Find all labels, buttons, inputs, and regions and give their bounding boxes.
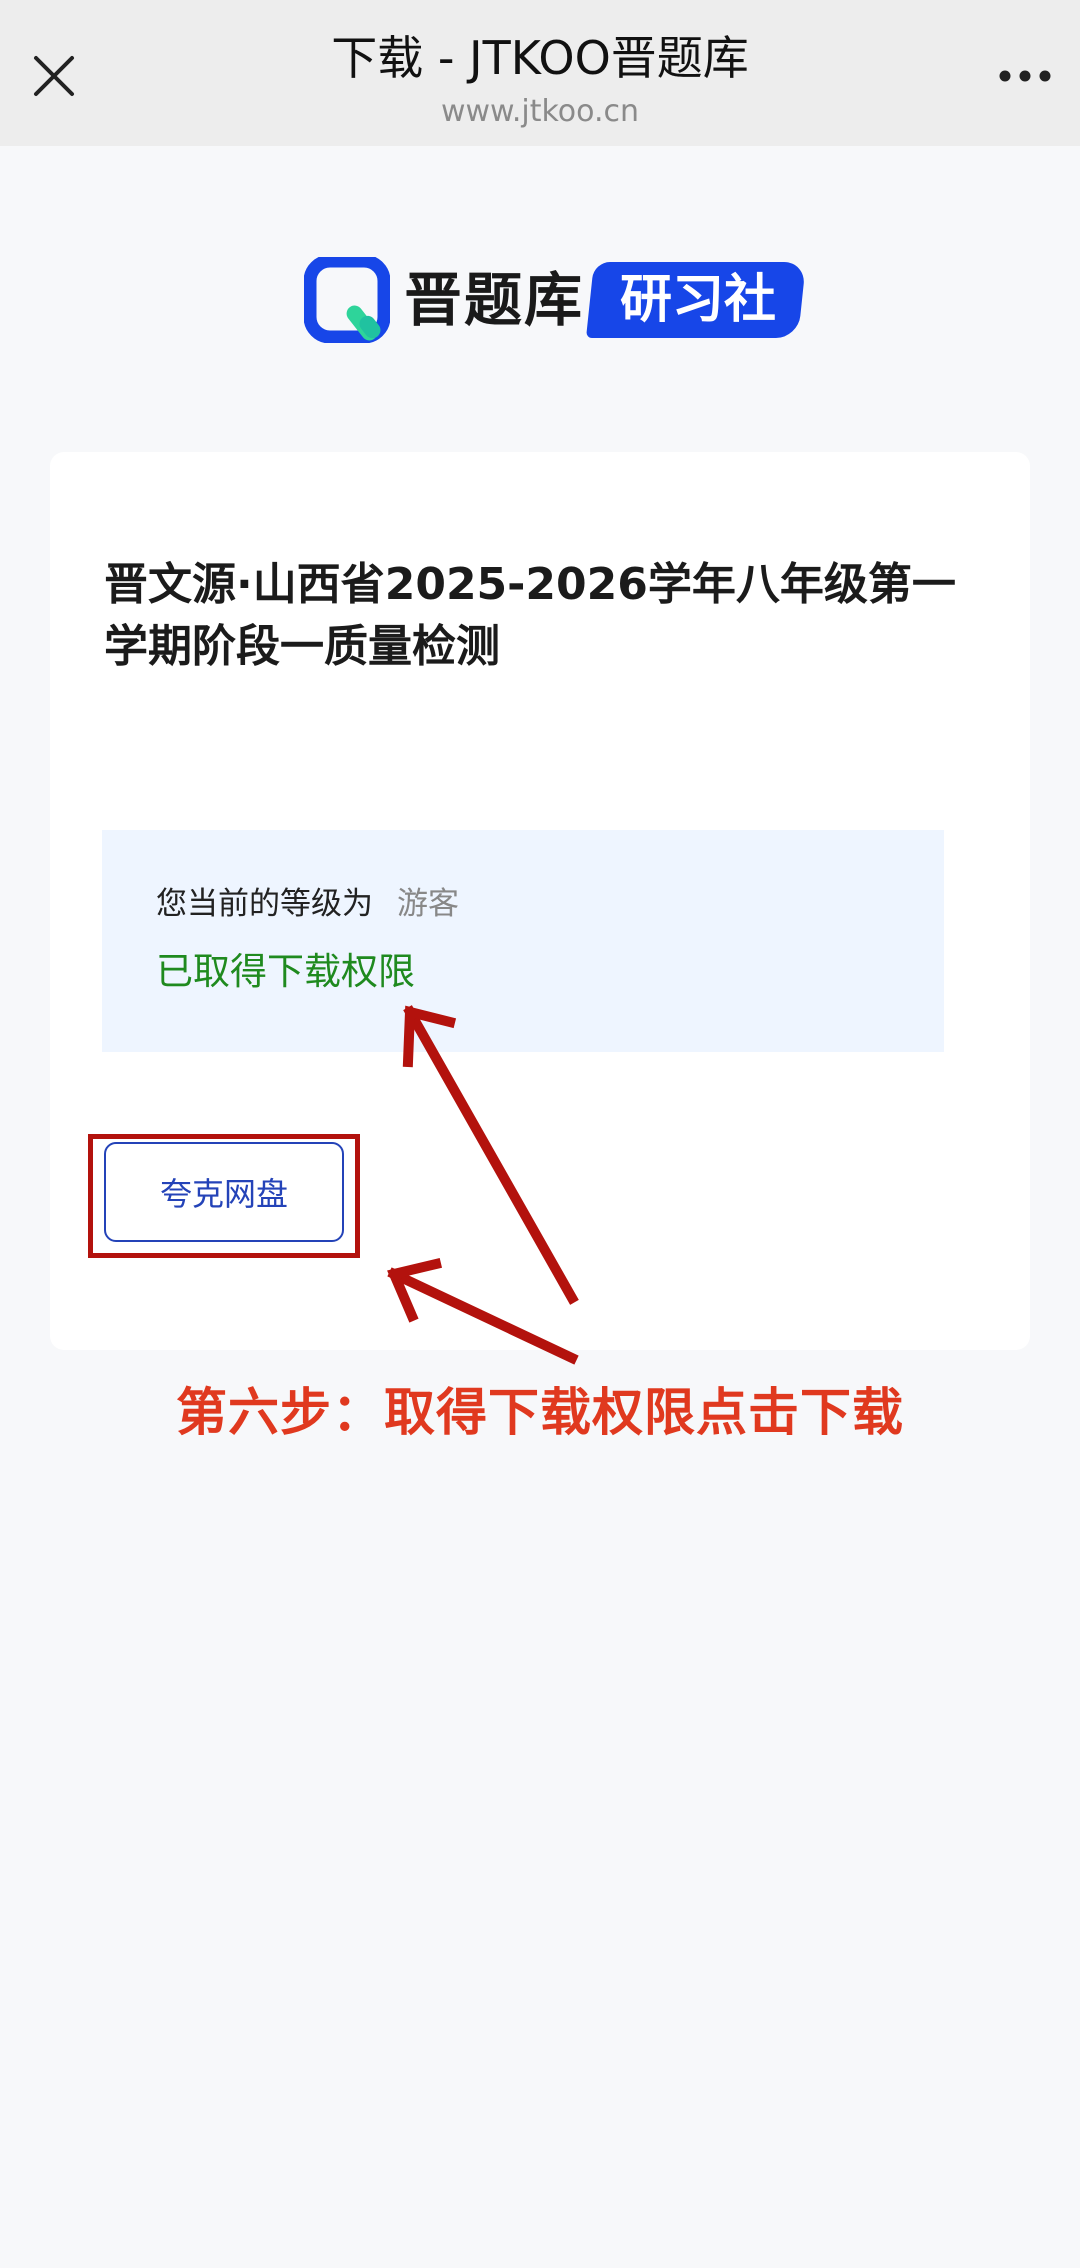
logo-q-icon (304, 257, 390, 343)
page-url: www.jtkoo.cn (440, 94, 640, 129)
level-label: 您当前的等级为 (156, 886, 373, 922)
logo-badge-text: 研习社 (620, 270, 777, 330)
more-button[interactable] (990, 46, 1060, 106)
level-info-box (102, 830, 944, 1052)
level-value: 游客 (397, 886, 459, 922)
page-title: 下载 - JTKOO晋题库 (331, 31, 749, 85)
close-button[interactable] (24, 46, 84, 106)
step-instruction: 第六步：取得下载权限点击下载 (175, 1384, 904, 1443)
logo-name: 晋题库 (404, 266, 585, 334)
quark-drive-download-button[interactable]: 夸克网盘 (104, 1142, 344, 1242)
more-icon (999, 70, 1051, 82)
site-logo: 晋题库 研习社 (304, 256, 807, 344)
permission-status: 已取得下载权限 (156, 950, 415, 993)
document-title: 晋文源·山西省2025-2026学年八年级第一学期阶段一质量检测 (104, 559, 956, 672)
logo-badge: 研习社 (586, 262, 807, 338)
top-bar: 下载 - JTKOO晋题库 www.jtkoo.cn (0, 0, 1080, 146)
download-card: 晋文源·山西省2025-2026学年八年级第一学期阶段一质量检测 您当前的等级为… (50, 452, 1030, 1350)
close-icon (34, 56, 74, 96)
level-row: 您当前的等级为 游客 (156, 882, 459, 926)
